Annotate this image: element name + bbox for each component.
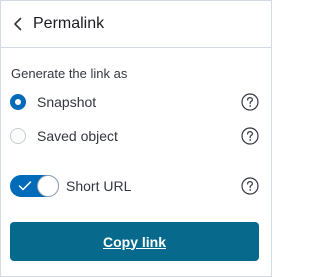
short-url-help-button[interactable] bbox=[239, 175, 261, 197]
check-icon bbox=[18, 181, 32, 191]
short-url-row: Short URL bbox=[10, 174, 260, 198]
copy-link-label: Copy link bbox=[102, 233, 166, 250]
chevron-left-icon bbox=[14, 17, 22, 31]
short-url-label[interactable]: Short URL bbox=[66, 178, 239, 194]
switch-knob bbox=[37, 175, 59, 197]
panel-header: Permalink bbox=[1, 1, 271, 48]
short-url-switch[interactable] bbox=[10, 175, 59, 197]
question-circle-icon bbox=[241, 127, 259, 145]
snapshot-help-button[interactable] bbox=[239, 91, 261, 113]
option-snapshot[interactable]: Snapshot bbox=[10, 90, 260, 114]
snapshot-radio[interactable] bbox=[10, 94, 26, 110]
back-button[interactable] bbox=[3, 1, 33, 47]
question-circle-icon bbox=[241, 177, 259, 195]
snapshot-label[interactable]: Snapshot bbox=[37, 94, 239, 110]
generate-link-label: Generate the link as bbox=[11, 66, 128, 81]
question-circle-icon bbox=[241, 93, 259, 111]
saved-object-help-button[interactable] bbox=[239, 125, 261, 147]
option-saved-object[interactable]: Saved object bbox=[10, 124, 260, 148]
copy-link-button[interactable]: Copy link bbox=[10, 222, 259, 261]
saved-object-radio[interactable] bbox=[10, 128, 26, 144]
panel-title: Permalink bbox=[33, 15, 105, 32]
saved-object-label[interactable]: Saved object bbox=[37, 128, 239, 144]
